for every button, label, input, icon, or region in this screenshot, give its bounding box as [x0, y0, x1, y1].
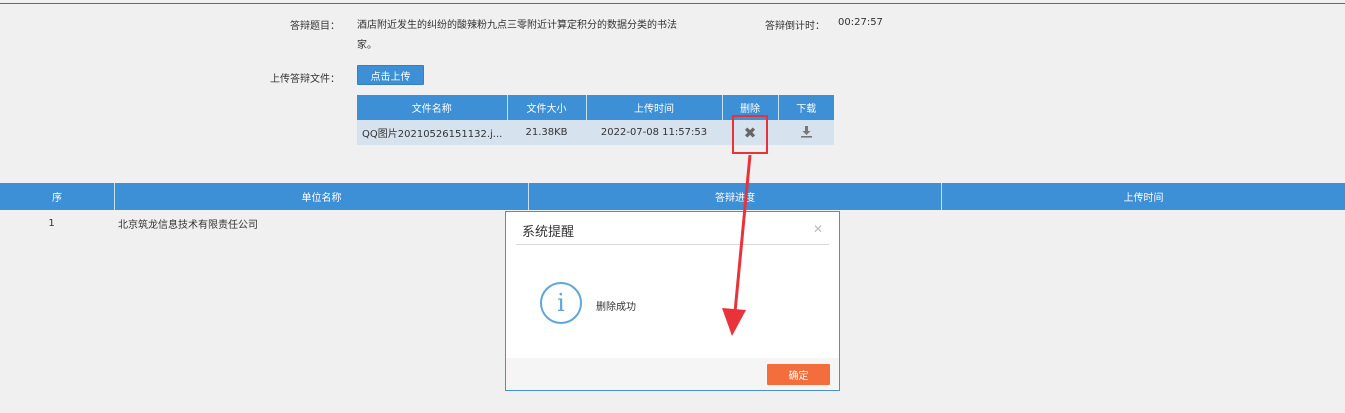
file-name: QQ图片20210526151132.j... — [357, 120, 507, 145]
col-progress: 答辩进度 — [529, 183, 942, 210]
col-delete: 删除 — [722, 95, 779, 120]
col-file-size: 文件大小 — [507, 95, 587, 120]
main-table-header: 序 单位名称 答辩进度 上传时间 — [0, 183, 1345, 210]
info-icon: i — [540, 282, 582, 324]
file-upload-time: 2022-07-08 11:57:53 — [586, 120, 722, 145]
dialog-divider — [516, 244, 829, 245]
system-alert-dialog: 系统提醒 ✕ i 删除成功 确定 — [505, 211, 840, 391]
top-border — [0, 3, 1345, 4]
delete-cell: ✖ — [722, 120, 778, 145]
close-icon[interactable]: ✖ — [744, 124, 757, 142]
dialog-footer: 确定 — [506, 358, 839, 390]
file-row: QQ图片20210526151132.j... 21.38KB 2022-07-… — [357, 120, 834, 145]
col-file-name: 文件名称 — [357, 95, 508, 120]
col-upload-time: 上传时间 — [586, 95, 723, 120]
close-icon[interactable]: ✕ — [813, 222, 823, 236]
col-main-upload-time: 上传时间 — [1123, 193, 1164, 204]
col-download: 下载 — [778, 95, 834, 120]
topic-text: 酒店附近发生的纠纷的酸辣粉九点三零附近计算定积分的数据分类的书法家。 — [357, 20, 677, 51]
download-cell — [778, 120, 834, 145]
col-index: 序 — [0, 183, 115, 210]
row-index: 1 — [48, 217, 55, 229]
row-upload-time — [942, 210, 1345, 236]
ok-button[interactable]: 确定 — [767, 364, 830, 385]
row-unit-name: 北京筑龙信息技术有限责任公司 — [118, 219, 258, 231]
dialog-message: 删除成功 — [596, 302, 636, 313]
col-unit-name: 单位名称 — [115, 183, 529, 210]
uploaded-files-table: 文件名称 文件大小 上传时间 删除 下载 QQ图片20210526151132.… — [357, 95, 834, 145]
upload-label: 上传答辩文件： — [270, 74, 340, 85]
download-icon[interactable] — [800, 125, 813, 141]
dialog-title: 系统提醒 — [522, 225, 575, 240]
topic-label: 答辩题目： — [290, 21, 340, 32]
file-table-header: 文件名称 文件大小 上传时间 删除 下载 — [357, 95, 834, 120]
countdown-value: 00:27:57 — [838, 17, 883, 28]
file-size: 21.38KB — [507, 120, 586, 145]
countdown-label: 答辩倒计时： — [765, 21, 825, 32]
upload-button[interactable]: 点击上传 — [357, 65, 424, 85]
